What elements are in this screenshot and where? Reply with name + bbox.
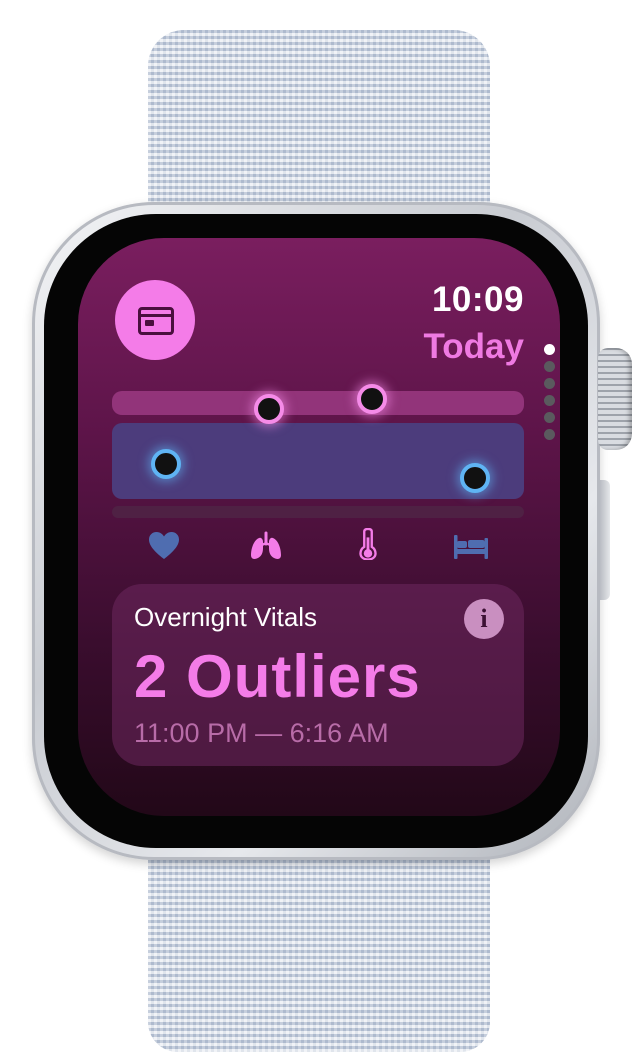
outlier-point <box>254 394 284 424</box>
page-dot <box>544 429 555 440</box>
vitals-app-icon[interactable] <box>115 280 195 360</box>
vitals-range-track <box>112 506 524 518</box>
page-dot <box>544 378 555 389</box>
digital-crown[interactable] <box>598 348 632 450</box>
watch-band-bottom <box>148 840 490 1052</box>
page-dot <box>544 412 555 423</box>
app-window-icon <box>138 307 174 335</box>
page-dot <box>544 344 555 355</box>
overnight-vitals-card[interactable]: Overnight Vitals 2 Outliers 11:00 PM — 6… <box>112 584 524 766</box>
date-label: Today <box>423 327 524 366</box>
side-button[interactable] <box>600 480 610 600</box>
heart-icon <box>149 532 179 559</box>
vitals-range-track <box>112 391 524 415</box>
outlier-count: 2 Outliers <box>134 643 421 710</box>
outlier-point <box>460 463 490 493</box>
card-title: Overnight Vitals <box>134 602 318 632</box>
watch-screen: 10:09 Today Overnight Vitals 2 Outliers … <box>78 238 560 816</box>
outlier-point <box>357 384 387 414</box>
thermometer-icon <box>359 528 377 560</box>
page-indicator <box>544 344 556 446</box>
info-button[interactable]: i <box>464 599 504 639</box>
time-range: 11:00 PM — 6:16 AM <box>134 718 389 748</box>
clock-time: 10:09 <box>431 280 524 319</box>
outlier-point <box>151 449 181 479</box>
bed-icon <box>454 535 488 559</box>
page-dot <box>544 361 555 372</box>
page-dot <box>544 395 555 406</box>
lungs-icon <box>251 531 281 559</box>
